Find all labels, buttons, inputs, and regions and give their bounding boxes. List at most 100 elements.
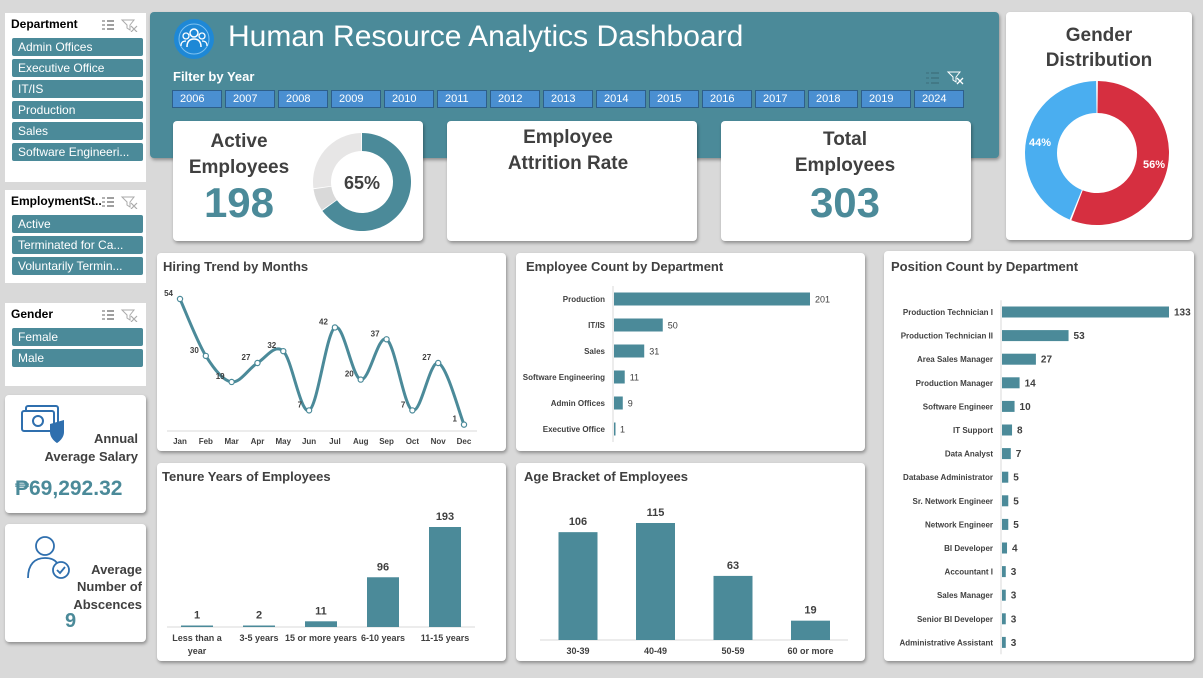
year-button-2006[interactable]: 2006 [172,90,222,108]
position-category-label: Senior BI Developer [917,615,993,624]
slicer-controls [102,309,138,322]
position-bar [1002,636,1006,648]
year-button-2018[interactable]: 2018 [808,90,858,108]
dept-bar [614,344,645,358]
year-button-2012[interactable]: 2012 [490,90,540,108]
position-value-label: 3 [1011,638,1017,649]
age-bar [791,620,830,640]
hiring-month-label: Oct [406,437,420,446]
tenure-value-label: 193 [436,511,454,523]
position-value-label: 27 [1041,355,1053,366]
total-title-line1: Total [823,129,867,150]
hiring-month-label: May [275,437,291,446]
position-value-label: 3 [1011,614,1017,625]
dept-bar [614,422,616,436]
year-button-2019[interactable]: 2019 [861,90,911,108]
year-button-2010[interactable]: 2010 [384,90,434,108]
salary-title-line2: Average Salary [44,449,138,464]
active-percent-donut: 65% [313,133,411,231]
age-bar [713,575,753,640]
position-category-label: Area Sales Manager [917,355,993,364]
year-button-2014[interactable]: 2014 [596,90,646,108]
multi-select-icon[interactable] [102,20,114,30]
slicer-item-female[interactable]: Female [12,328,143,346]
attrition-title-line1: Employee [523,127,613,148]
clear-filter-icon[interactable] [120,309,138,322]
position-category-label: Production Technician I [903,308,993,317]
position-category-label: Software Engineer [923,402,993,411]
people-group-icon [174,19,214,59]
year-button-2024[interactable]: 2024 [914,90,964,108]
age-category-label: 30-39 [566,646,589,656]
year-button-2013[interactable]: 2013 [543,90,593,108]
year-button-2016[interactable]: 2016 [702,90,752,108]
slicer-item-executive-office[interactable]: Executive Office [12,59,143,77]
dept-value-label: 9 [628,399,633,409]
hiring-month-label: Sep [379,437,394,446]
multi-select-icon[interactable] [102,310,114,320]
position-value-label: 8 [1017,426,1023,437]
slicer-item-male[interactable]: Male [12,349,143,367]
year-button-2007[interactable]: 2007 [225,90,275,108]
position-value-label: 3 [1011,567,1017,578]
position-bar [1002,306,1169,318]
position-bar [1002,424,1013,436]
position-value-label: 10 [1020,402,1032,413]
position-category-label: Sr. Network Engineer [913,497,993,506]
slicer-item-terminated-for-cause[interactable]: Terminated for Ca... [12,236,143,254]
dept-bar [614,370,625,384]
position-bar [1002,495,1009,507]
clear-filter-icon[interactable] [946,71,964,85]
year-button-2009[interactable]: 2009 [331,90,381,108]
position-bar [1002,566,1006,578]
position-category-label: BI Developer [944,544,993,553]
gender-chart-title-line1: Gender [1065,25,1133,46]
position-bar [1002,377,1020,389]
dept-category-label: Admin Offices [551,399,606,408]
slicer-item-active[interactable]: Active [12,215,143,233]
slicer-item-production[interactable]: Production [12,101,143,119]
position-bar [1002,471,1009,483]
dept-value-label: 1 [620,425,625,435]
year-button-2015[interactable]: 2015 [649,90,699,108]
position-bar [1002,353,1036,365]
year-button-2008[interactable]: 2008 [278,90,328,108]
position-category-label: Network Engineer [925,520,993,529]
slicer-item-software-engineering[interactable]: Software Engineeri... [12,143,143,161]
position-category-label: Accountant I [945,568,993,577]
position-bar [1002,448,1011,460]
slicer-item-sales[interactable]: Sales [12,122,143,140]
gender-slicer-title: Gender [11,307,54,321]
absences-title-line1: Average [91,562,142,577]
multi-select-icon[interactable] [926,72,939,84]
clear-filter-icon[interactable] [120,19,138,32]
slicer-item-it-is[interactable]: IT/IS [12,80,143,98]
tenure-bar [305,621,337,627]
position-value-label: 53 [1074,331,1086,342]
position-value-label: 3 [1011,591,1017,602]
clear-filter-icon[interactable] [120,196,138,209]
age-category-label: 50-59 [721,646,744,656]
position-category-label: IT Support [953,426,993,435]
year-button-2017[interactable]: 2017 [755,90,805,108]
position-bar [1002,400,1015,412]
tenure-value-label: 2 [256,610,262,622]
absences-title-line3: Abscences [73,597,142,612]
dept-value-label: 201 [815,295,830,305]
dashboard-title: Human Resource Analytics Dashboard [228,20,744,53]
hiring-point-dec [460,421,468,428]
age-bar-chart: 106 30-39 115 40-49 63 50-59 19 60 or more [540,507,848,656]
tenure-category-label: 15 or more years [285,633,357,643]
year-button-2011[interactable]: 2011 [437,90,487,108]
tenure-bar [181,625,213,627]
employment-status-slicer: EmploymentSt... Active Terminated for Ca… [5,190,146,283]
hiring-data-label: 7 [298,400,303,409]
slicer-item-voluntarily-terminated[interactable]: Voluntarily Termin... [12,257,143,275]
position-bar [1002,589,1006,601]
position-bar [1002,542,1008,554]
active-title-line1: Active [210,131,268,152]
gender-slicer: Gender Female Male [5,303,146,386]
employment-status-slicer-title: EmploymentSt... [11,194,101,208]
slicer-item-admin-offices[interactable]: Admin Offices [12,38,143,56]
multi-select-icon[interactable] [102,197,114,207]
